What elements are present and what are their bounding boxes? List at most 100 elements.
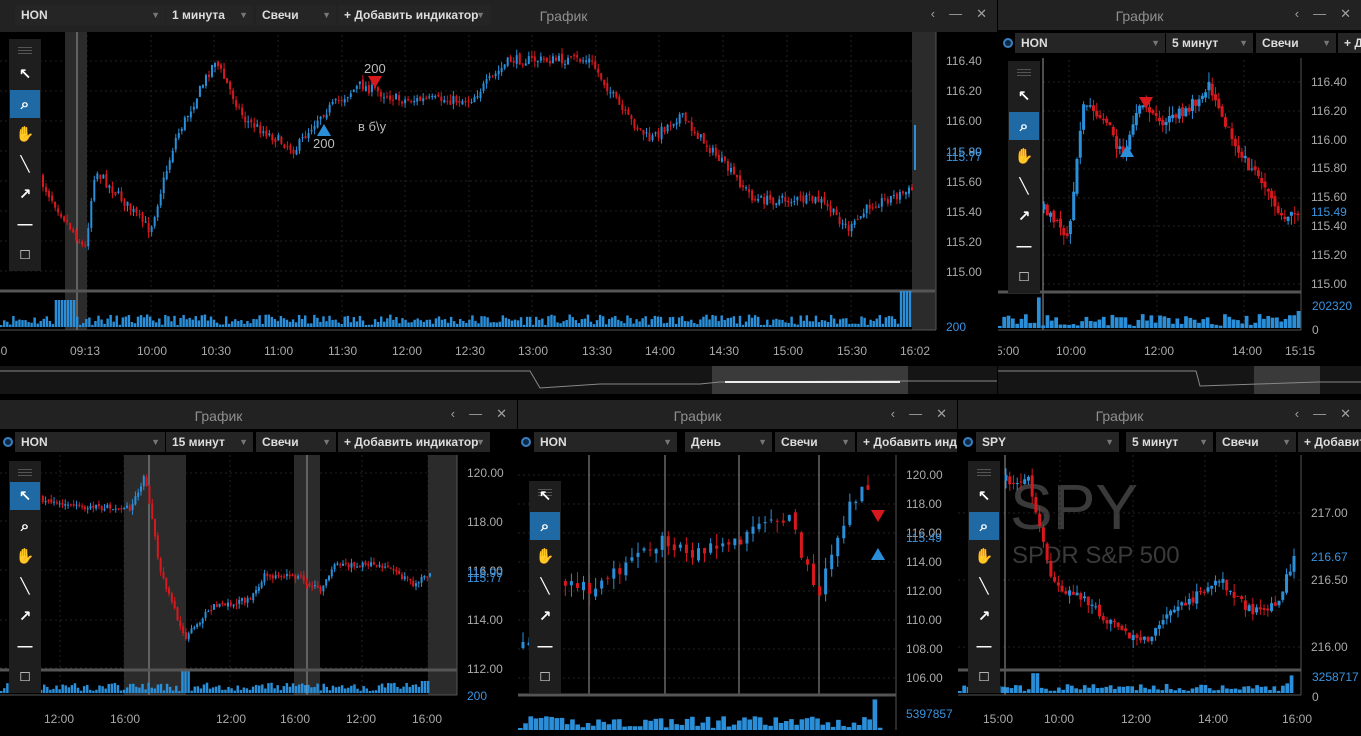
search-icon: ⌕: [20, 95, 30, 113]
volume-bar: [1121, 686, 1126, 693]
line-tool[interactable]: ╲: [530, 572, 560, 600]
candle-body: [78, 242, 81, 244]
diagonal-line-icon: ╲: [540, 578, 550, 595]
line-tool[interactable]: ╲: [10, 572, 40, 600]
pointer-tool[interactable]: ↖: [1009, 82, 1039, 110]
volume-bar: [141, 683, 144, 693]
arrow-tool[interactable]: ↗: [969, 602, 999, 630]
hline-tool[interactable]: —: [530, 632, 560, 660]
volume-bar: [425, 319, 429, 327]
candle-body: [1030, 475, 1034, 497]
arrow-tool[interactable]: ↗: [530, 602, 560, 630]
rect-tool[interactable]: □: [10, 240, 40, 268]
pointer-tool[interactable]: ↖: [10, 60, 40, 88]
hline-tool[interactable]: —: [10, 632, 40, 660]
pan-tool[interactable]: ✋: [1009, 142, 1039, 170]
rect-tool[interactable]: □: [969, 662, 999, 690]
toolbar-grip-icon[interactable]: [18, 47, 32, 48]
volume-bar: [349, 322, 353, 327]
volume-bar: [355, 321, 359, 327]
volume-bar: [1249, 324, 1253, 328]
price-chart[interactable]: 3258717 0: [958, 400, 1361, 736]
rect-tool[interactable]: □: [10, 662, 40, 690]
candle-body: [714, 148, 717, 156]
candle-body: [144, 221, 147, 223]
pan-tool[interactable]: ✋: [10, 542, 40, 570]
volume-bar: [358, 315, 362, 327]
candle-body: [521, 642, 525, 648]
volume-bar: [705, 314, 708, 327]
price-chart[interactable]: 200 200 в б\у 200: [0, 0, 997, 398]
arrow-tool[interactable]: ↗: [10, 180, 40, 208]
candle-body: [246, 597, 249, 603]
candle-body: [1289, 211, 1293, 216]
volume-bar: [674, 323, 678, 327]
volume-bar: [962, 685, 967, 693]
volume-bar: [802, 320, 805, 327]
arrow-tool[interactable]: ↗: [1009, 202, 1039, 230]
rect-tool[interactable]: □: [530, 662, 560, 690]
zoom-tool[interactable]: ⌕: [1009, 112, 1039, 140]
candle-body: [796, 197, 799, 201]
pan-tool[interactable]: ✋: [969, 542, 999, 570]
candle-body: [207, 74, 210, 78]
volume-bar: [215, 322, 219, 327]
volume-bar: [112, 321, 115, 327]
buy-qty-label: 200: [313, 136, 335, 151]
candle-body: [423, 576, 426, 578]
candle-body: [642, 129, 645, 135]
candle-body: [1011, 482, 1015, 484]
zoom-tool[interactable]: ⌕: [10, 90, 40, 118]
rect-tool[interactable]: □: [1009, 262, 1039, 290]
pointer-tool[interactable]: ↖: [10, 482, 40, 510]
volume-bar: [416, 318, 419, 327]
volume-bar: [866, 324, 869, 327]
diagonal-line-icon: ╲: [979, 578, 989, 595]
arrow-tool[interactable]: ↗: [10, 602, 40, 630]
navigator-overview[interactable]: [998, 366, 1361, 394]
line-tool[interactable]: ╲: [10, 150, 40, 178]
volume-bar: [528, 316, 532, 327]
candle-body: [171, 150, 174, 163]
candle-body: [624, 562, 628, 576]
pointer-tool[interactable]: ↖: [530, 482, 560, 510]
pan-tool[interactable]: ✋: [10, 120, 40, 148]
navigator-overview[interactable]: [0, 366, 997, 394]
hline-tool[interactable]: —: [1009, 232, 1039, 260]
volume-zero-label: 0: [1312, 323, 1319, 337]
toolbar-grip-icon[interactable]: [977, 469, 991, 470]
volume-bar: [221, 324, 225, 327]
candle-body: [838, 216, 841, 225]
candle-body: [207, 611, 210, 613]
toolbar-grip-icon[interactable]: [18, 469, 32, 470]
zoom-tool[interactable]: ⌕: [969, 512, 999, 540]
price-chart[interactable]: 5397857: [518, 400, 957, 736]
candle-body: [259, 125, 262, 134]
volume-bar: [203, 314, 207, 327]
rectangle-icon: □: [20, 245, 30, 263]
hline-tool[interactable]: —: [10, 210, 40, 238]
candle-body: [814, 197, 817, 203]
hline-tool[interactable]: —: [969, 632, 999, 660]
candle-body: [137, 492, 140, 497]
candle-body: [1083, 596, 1087, 599]
candle-body: [660, 126, 663, 140]
volume-bar: [687, 321, 690, 327]
session-shade: [124, 455, 186, 695]
line-tool[interactable]: ╲: [1009, 172, 1039, 200]
candle-body: [842, 525, 846, 539]
volume-bar: [699, 319, 702, 327]
candle-body: [252, 593, 255, 601]
price-chart[interactable]: 200: [0, 400, 517, 736]
price-chart[interactable]: 202320 0: [998, 0, 1361, 398]
zoom-tool[interactable]: ⌕: [10, 512, 40, 540]
zoom-tool[interactable]: ⌕: [530, 512, 560, 540]
volume-bar: [389, 314, 392, 327]
pointer-tool[interactable]: ↖: [969, 482, 999, 510]
volume-bar: [559, 717, 565, 730]
volume-bar: [446, 322, 450, 327]
toolbar-grip-icon[interactable]: [1017, 69, 1031, 70]
pan-tool[interactable]: ✋: [530, 542, 560, 570]
line-tool[interactable]: ╲: [969, 572, 999, 600]
volume-bar: [245, 688, 249, 693]
